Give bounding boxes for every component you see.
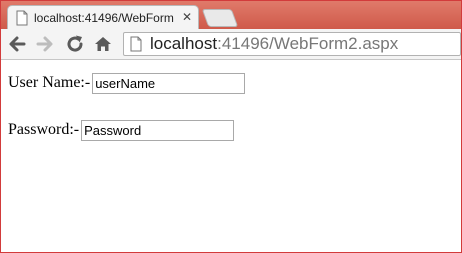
username-row: User Name:- [8,72,246,94]
address-bar[interactable]: localhost:41496/WebForm2.aspx [123,32,461,56]
username-input[interactable] [92,73,246,94]
address-path: :41496/WebForm2.aspx [217,34,399,53]
toolbar: localhost:41496/WebForm2.aspx [1,29,461,60]
address-url: localhost:41496/WebForm2.aspx [150,34,398,54]
page-icon [16,10,28,26]
home-icon[interactable] [91,32,115,56]
back-arrow-icon[interactable] [5,32,29,56]
new-tab-button[interactable] [201,9,239,27]
reload-icon[interactable] [63,32,87,56]
page-content: User Name:- Password:- [1,60,461,252]
password-input[interactable] [81,120,235,141]
address-host: localhost [150,34,218,53]
tab-active[interactable]: localhost:41496/WebForm ✕ [7,5,199,30]
title-bar: localhost:41496/WebForm ✕ [1,1,461,30]
page-icon [130,36,142,52]
forward-arrow-icon[interactable] [33,32,57,56]
username-label: User Name:- [8,74,91,91]
close-icon[interactable]: ✕ [180,9,194,25]
browser-window: localhost:41496/WebForm ✕ localhost:4149… [0,0,462,253]
password-label: Password:- [8,121,80,138]
password-row: Password:- [8,119,235,141]
tab-title: localhost:41496/WebForm [34,11,174,25]
